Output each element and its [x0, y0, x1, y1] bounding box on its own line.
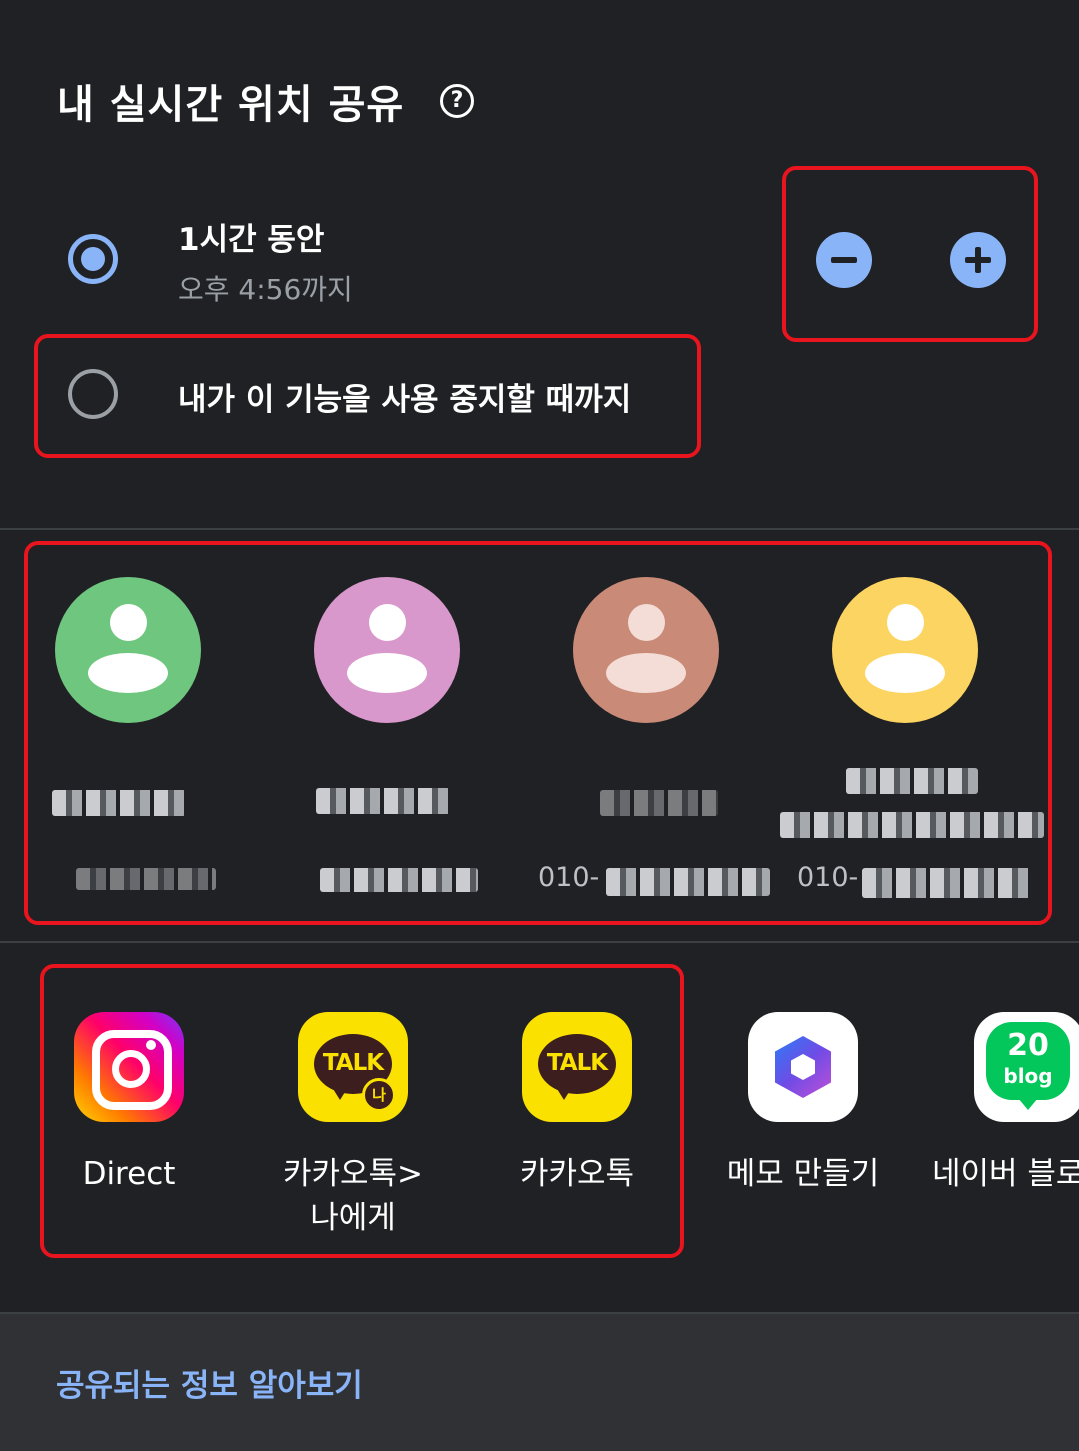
contact-name-redacted: [600, 790, 718, 816]
minus-icon[interactable]: [816, 232, 872, 288]
kakao-talk-text: TALK: [322, 1050, 384, 1076]
app-label-kakaotalk[interactable]: 카카오톡: [477, 1152, 677, 1196]
plus-icon[interactable]: [950, 232, 1006, 288]
naver-blog-num: 20: [1007, 1028, 1049, 1063]
option-one-hour-until: 오후 4:56까지: [178, 273, 353, 306]
contact-name-redacted: [316, 788, 450, 814]
contact-phone-prefix: 010-: [797, 862, 859, 893]
contact-phone-redacted: [76, 868, 216, 890]
option-until-disabled-label[interactable]: 내가 이 기능을 사용 중지할 때까지: [178, 374, 631, 419]
contact-avatar[interactable]: [55, 577, 201, 723]
learn-more-link[interactable]: 공유되는 정보 알아보기: [56, 1360, 363, 1405]
contact-avatar[interactable]: [573, 577, 719, 723]
naver-blog-icon[interactable]: 20 blog: [974, 1012, 1079, 1122]
help-icon[interactable]: ?: [440, 84, 474, 118]
contact-avatar[interactable]: [314, 577, 460, 723]
contact-name-redacted: [846, 768, 978, 794]
divider: [0, 528, 1079, 530]
option-one-hour-label[interactable]: 1시간 동안: [178, 214, 324, 259]
radio-one-hour[interactable]: [68, 234, 118, 284]
contact-name-redacted: [52, 790, 186, 816]
contact-avatar[interactable]: [832, 577, 978, 723]
radio-until-disabled[interactable]: [68, 369, 118, 419]
page-title: 내 실시간 위치 공유: [57, 82, 405, 128]
contact-phone-prefix: 010-: [538, 862, 600, 893]
kakaotalk-icon[interactable]: TALK: [522, 1012, 632, 1122]
app-label-memo[interactable]: 메모 만들기: [703, 1152, 903, 1196]
divider: [0, 941, 1079, 943]
contact-phone-redacted: [862, 868, 1032, 898]
contact-name-redacted: [780, 812, 1044, 838]
contact-phone-redacted: [320, 868, 478, 892]
app-label-naver-blog[interactable]: 네이버 블로: [932, 1152, 1079, 1196]
kakaotalk-me-icon[interactable]: TALK 나: [298, 1012, 408, 1122]
app-label-kakaotalk-me[interactable]: 카카오톡> 나에게: [253, 1152, 453, 1240]
app-label-direct[interactable]: Direct: [29, 1152, 229, 1196]
kakao-talk-text: TALK: [546, 1050, 608, 1076]
contact-phone-redacted: [606, 868, 770, 896]
instagram-icon[interactable]: [74, 1012, 184, 1122]
naver-blog-word: blog: [1003, 1064, 1053, 1088]
kakao-me-badge: 나: [362, 1078, 396, 1112]
microsoft365-icon[interactable]: [748, 1012, 858, 1122]
